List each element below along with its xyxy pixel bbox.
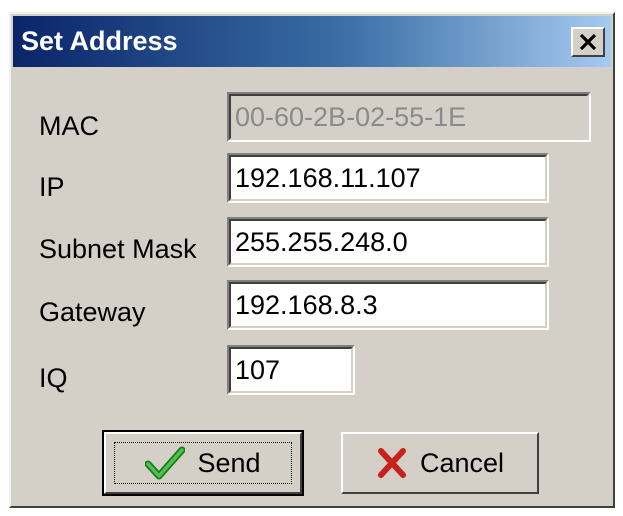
window-title: Set Address (21, 26, 178, 56)
ip-label: IP (39, 172, 65, 202)
ip-field[interactable] (227, 153, 549, 203)
iq-field[interactable] (227, 345, 355, 395)
mac-input (233, 98, 587, 136)
set-address-dialog: Set Address MAC IP Subnet Mask Gateway I… (9, 12, 615, 508)
gateway-input[interactable] (233, 286, 545, 324)
mac-label: MAC (39, 111, 99, 141)
focus-rectangle (114, 442, 292, 484)
iq-label: IQ (39, 363, 68, 393)
cancel-button[interactable]: Cancel (341, 432, 539, 494)
gateway-label: Gateway (39, 297, 146, 327)
title-bar[interactable]: Set Address (13, 16, 611, 67)
close-button[interactable] (571, 27, 605, 57)
send-button[interactable]: Send (102, 430, 304, 496)
gateway-field[interactable] (227, 280, 549, 330)
x-icon (376, 447, 408, 479)
subnet-mask-label: Subnet Mask (39, 234, 197, 264)
close-icon (578, 33, 598, 51)
cancel-button-label: Cancel (419, 447, 505, 478)
subnet-mask-input[interactable] (233, 223, 545, 261)
ip-input[interactable] (233, 159, 545, 197)
subnet-mask-field[interactable] (227, 217, 549, 267)
iq-input[interactable] (233, 351, 351, 389)
mac-field (227, 92, 591, 142)
